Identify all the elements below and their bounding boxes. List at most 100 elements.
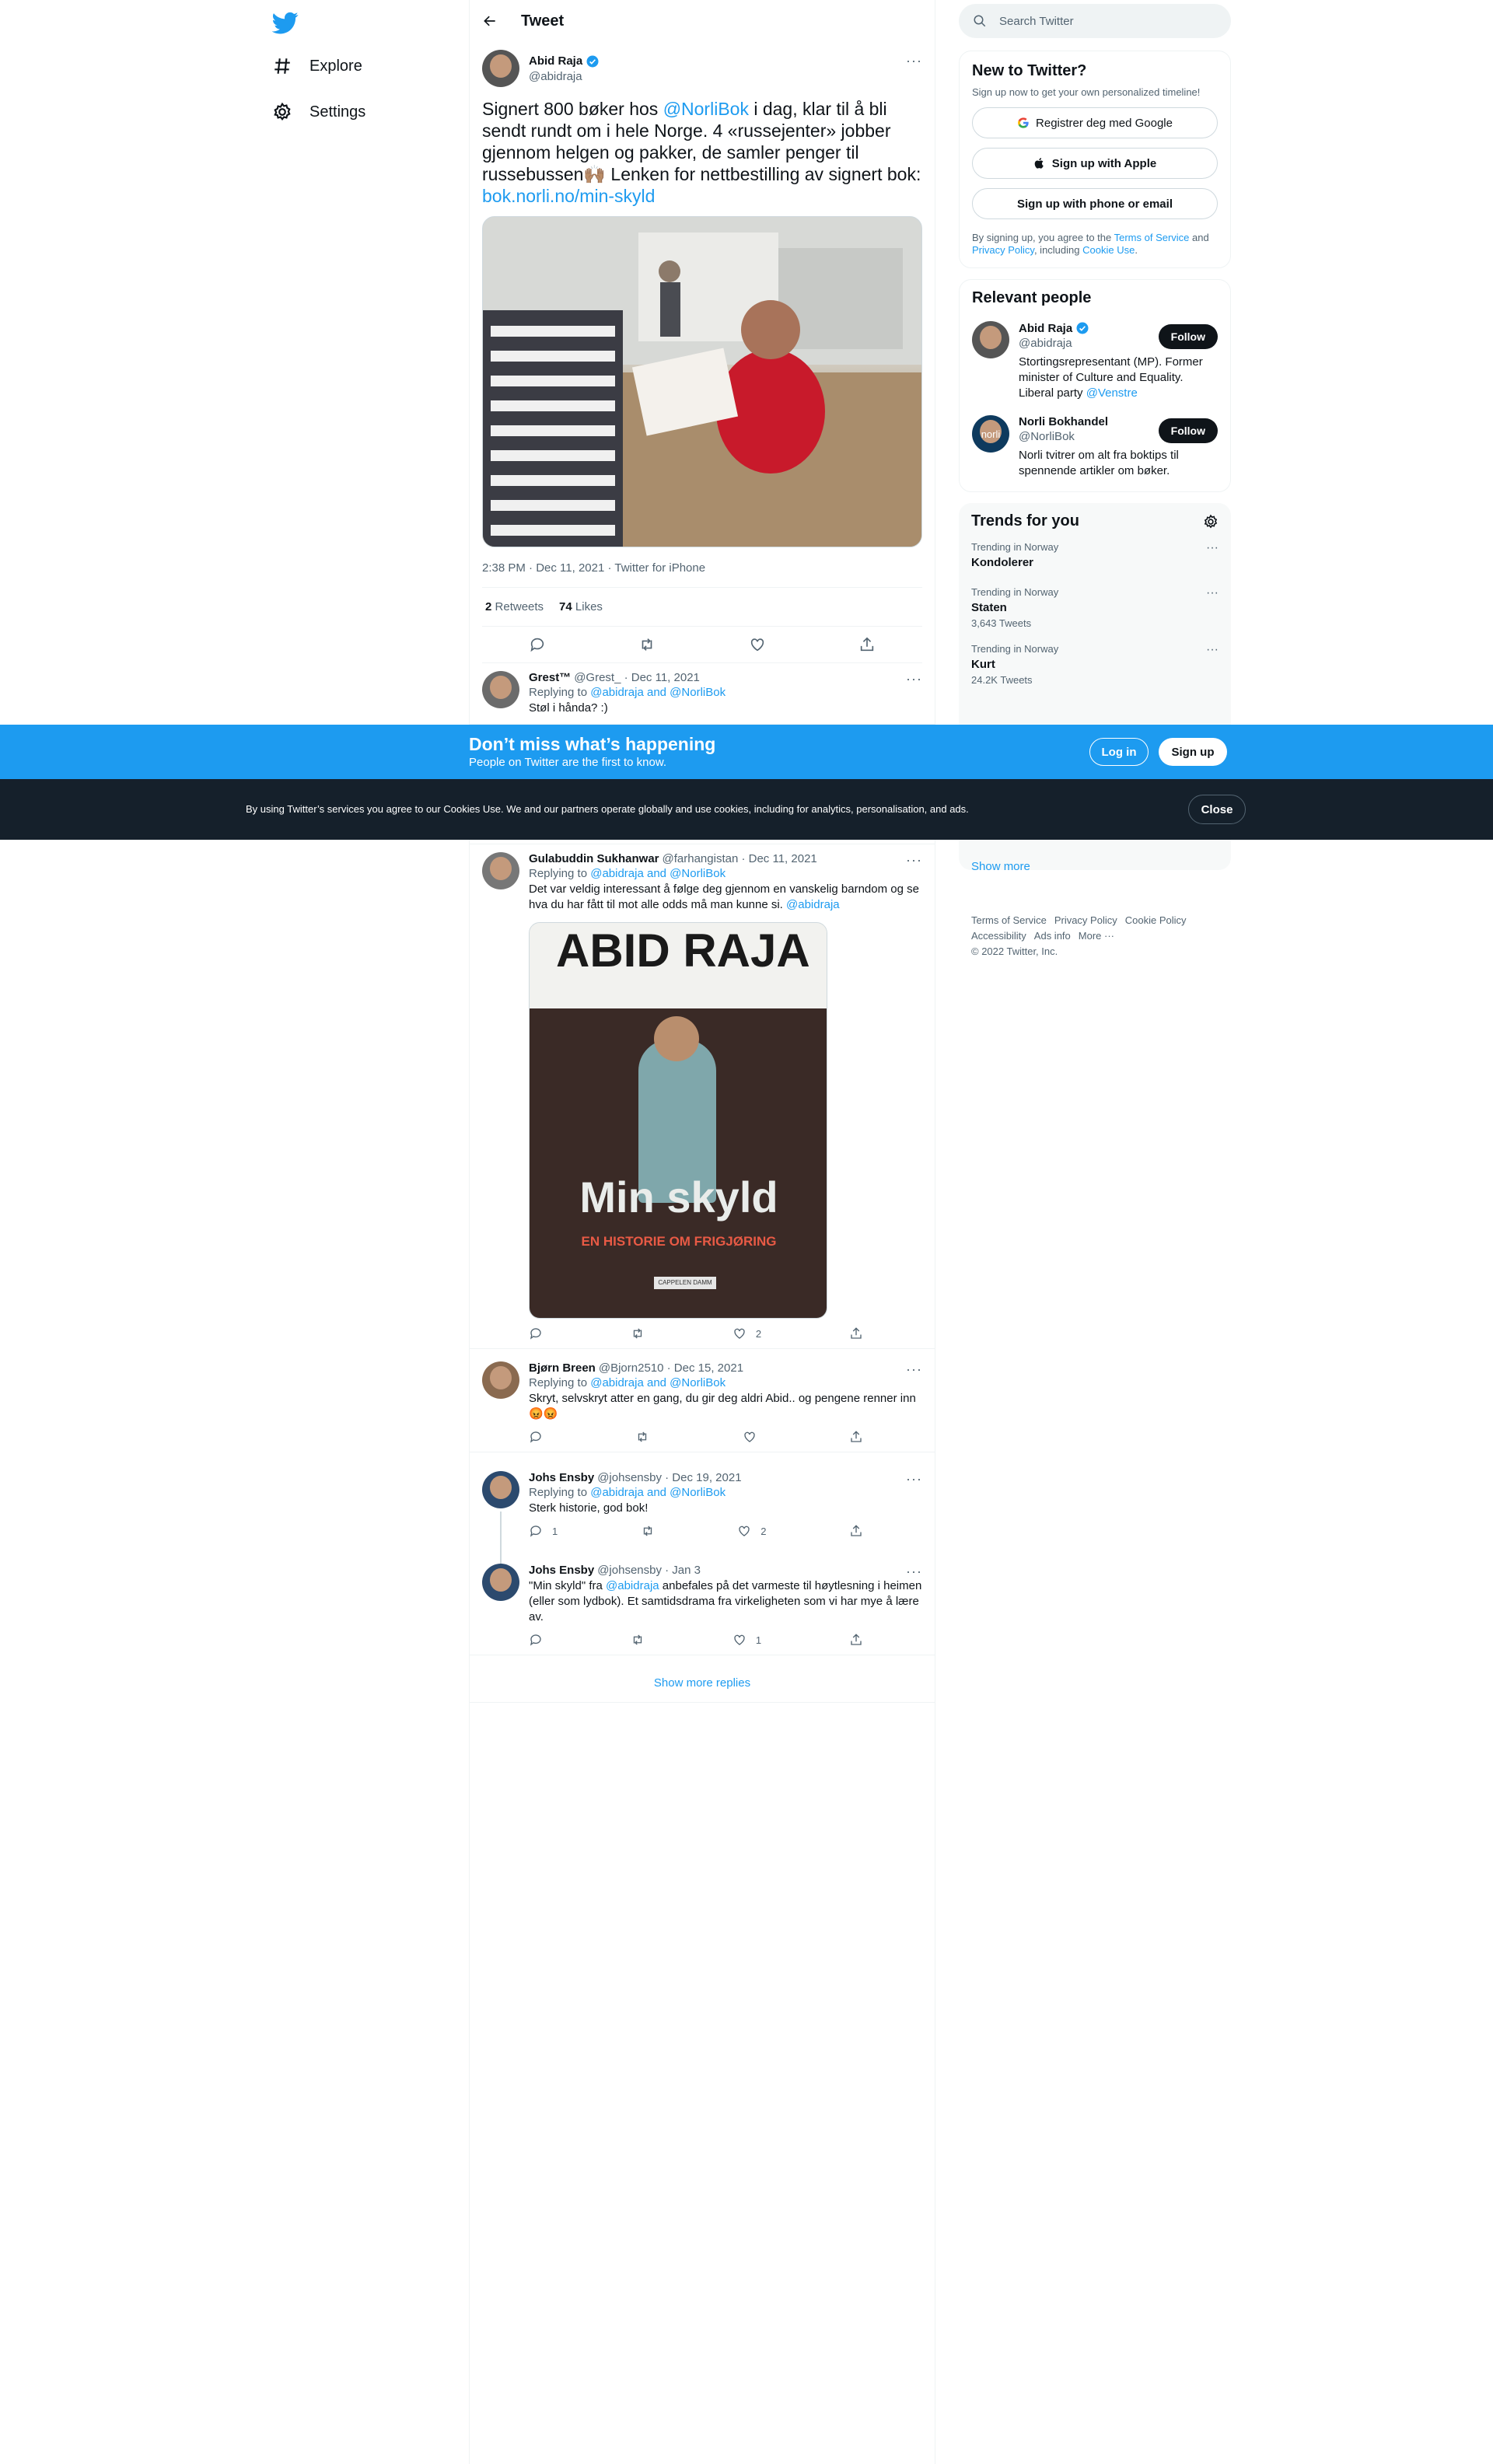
avatar[interactable] — [482, 50, 519, 87]
retweet-icon[interactable] — [638, 636, 656, 653]
footer-link[interactable]: Privacy Policy — [1054, 914, 1117, 926]
mention-link[interactable]: @Venstre — [1086, 386, 1138, 400]
share-button[interactable] — [849, 1326, 863, 1340]
person-name[interactable]: Norli Bokhandel — [1019, 415, 1108, 428]
reply-tweet[interactable]: Gulabuddin Sukhanwar @farhangistan · Dec … — [470, 844, 935, 1349]
retweet-button[interactable] — [641, 1524, 655, 1538]
reply-author-name[interactable]: Bjørn Breen — [529, 1361, 596, 1375]
more-options-icon[interactable]: ··· — [1206, 541, 1219, 555]
footer-link[interactable]: More ··· — [1079, 930, 1114, 942]
reply-handle-date[interactable]: @johsensby · Jan 3 — [597, 1564, 701, 1577]
retweets-stat[interactable]: 2 Retweets — [485, 600, 544, 613]
avatar[interactable] — [482, 1471, 519, 1508]
more-options-icon[interactable]: ··· — [1206, 643, 1219, 657]
signup-button[interactable]: Sign up — [1159, 738, 1227, 766]
avatar[interactable] — [482, 1564, 519, 1601]
author-name[interactable]: Abid Raja — [529, 54, 582, 68]
person-name[interactable]: Abid Raja — [1019, 322, 1072, 335]
reply-button[interactable] — [529, 1633, 543, 1647]
share-icon[interactable] — [858, 636, 876, 653]
reply-handle-date[interactable]: @Grest_ · Dec 11, 2021 — [574, 671, 700, 684]
footer-link[interactable]: Ads info — [1034, 930, 1071, 942]
avatar[interactable] — [482, 852, 519, 889]
url-link[interactable]: bok.norli.no/min-skyld — [482, 186, 655, 206]
terms-link[interactable]: Terms of Service — [1114, 232, 1190, 243]
reply-author-name[interactable]: Johs Ensby — [529, 1564, 594, 1577]
avatar[interactable] — [482, 671, 519, 708]
footer-link[interactable]: Terms of Service — [971, 914, 1047, 926]
more-options-icon[interactable]: ··· — [906, 852, 922, 869]
trend-item[interactable]: Trending in Norway Kondolerer ··· — [971, 541, 1219, 569]
norli-logo[interactable]: norli — [972, 415, 1009, 453]
follow-button[interactable]: Follow — [1158, 324, 1218, 349]
mention-link[interactable]: @abidraja — [606, 1579, 659, 1592]
mention-link[interactable]: @NorliBok — [663, 99, 749, 119]
phone-email-signup-button[interactable]: Sign up with phone or email — [972, 188, 1218, 219]
reply-button[interactable] — [529, 1430, 543, 1444]
footer-link[interactable]: Accessibility — [971, 930, 1026, 942]
person-abid-raja[interactable]: Abid Raja @abidraja Stortingsrepresentan… — [972, 321, 1218, 401]
reply-handle-date[interactable]: @farhangistan · Dec 11, 2021 — [663, 852, 817, 865]
retweet-button[interactable] — [631, 1633, 645, 1647]
avatar[interactable] — [972, 321, 1009, 358]
trend-item[interactable]: Trending in Norway Kurt 24.2K Tweets ··· — [971, 643, 1219, 686]
nav-settings[interactable]: Settings — [272, 102, 365, 122]
like-button[interactable]: 2 — [737, 1524, 766, 1538]
share-button[interactable] — [849, 1430, 863, 1444]
reply-tweet[interactable]: Johs Ensby @johsensby · Dec 19, 2021 Repl… — [470, 1463, 935, 1566]
share-button[interactable] — [849, 1524, 863, 1538]
mention-link[interactable]: @abidraja — [786, 898, 840, 911]
reply-author-name[interactable]: Gulabuddin Sukhanwar — [529, 852, 659, 865]
google-signup-button[interactable]: Registrer deg med Google — [972, 107, 1218, 138]
book-cover-photo[interactable]: ABID RAJA Min skyld EN HISTORIE OM FRIGJ… — [529, 922, 827, 1319]
trend-item[interactable]: Trending in Norway Staten 3,643 Tweets ·… — [971, 586, 1219, 629]
reply-icon[interactable] — [529, 636, 546, 653]
reply-author-name[interactable]: Johs Ensby — [529, 1471, 594, 1484]
replying-to-mentions[interactable]: @abidraja and @NorliBok — [590, 1376, 726, 1389]
tweet-timestamp[interactable]: 2:38 PM · Dec 11, 2021 · Twitter for iPh… — [482, 561, 922, 588]
person-norli-bokhandel[interactable]: norli Norli Bokhandel @NorliBok Norli tv… — [972, 415, 1218, 479]
share-button[interactable] — [849, 1633, 863, 1647]
tweet-photo[interactable] — [482, 216, 922, 547]
retweet-button[interactable] — [635, 1430, 649, 1444]
reply-tweet[interactable]: Bjørn Breen @Bjorn2510 · Dec 15, 2021 Rep… — [470, 1354, 935, 1452]
more-options-icon[interactable]: ··· — [906, 1564, 922, 1580]
reply-tweet[interactable]: Grest™ @Grest_ · Dec 11, 2021 Replying to… — [470, 663, 935, 725]
like-button[interactable]: 2 — [733, 1326, 761, 1340]
show-more-trends[interactable]: Show more — [971, 860, 1030, 873]
cookie-close-button[interactable]: Close — [1188, 795, 1246, 824]
reply-tweet[interactable]: Johs Ensby @johsensby · Jan 3 "Min skyld"… — [470, 1556, 935, 1655]
more-options-icon[interactable]: ··· — [906, 1471, 922, 1487]
gear-icon[interactable] — [1203, 514, 1219, 529]
avatar[interactable] — [482, 1361, 519, 1399]
more-options-icon[interactable]: ··· — [906, 1361, 922, 1378]
like-button[interactable]: 1 — [733, 1633, 761, 1647]
apple-signup-button[interactable]: Sign up with Apple — [972, 148, 1218, 179]
privacy-link[interactable]: Privacy Policy — [972, 244, 1034, 256]
more-options-icon[interactable]: ··· — [906, 53, 922, 69]
reply-handle-date[interactable]: @johsensby · Dec 19, 2021 — [597, 1471, 741, 1484]
more-options-icon[interactable]: ··· — [906, 671, 922, 687]
replying-to-mentions[interactable]: @abidraja and @NorliBok — [590, 686, 726, 699]
login-button[interactable]: Log in — [1089, 738, 1149, 766]
nav-explore[interactable]: Explore — [272, 56, 362, 76]
replying-to-mentions[interactable]: @abidraja and @NorliBok — [590, 867, 726, 880]
replying-to-mentions[interactable]: @abidraja and @NorliBok — [590, 1486, 726, 1499]
reply-button[interactable] — [529, 1326, 543, 1340]
show-more-replies[interactable]: Show more replies — [470, 1664, 935, 1703]
reply-handle-date[interactable]: @Bjorn2510 · Dec 15, 2021 — [599, 1361, 743, 1375]
reply-button[interactable]: 1 — [529, 1524, 558, 1538]
likes-stat[interactable]: 74 Likes — [559, 600, 603, 613]
like-button[interactable] — [743, 1430, 757, 1444]
like-icon[interactable] — [749, 636, 766, 653]
follow-button[interactable]: Follow — [1158, 418, 1218, 443]
reply-author-name[interactable]: Grest™ — [529, 671, 571, 684]
search-input[interactable]: Search Twitter — [959, 4, 1231, 38]
footer-link[interactable]: Cookie Policy — [1125, 914, 1187, 926]
retweet-button[interactable] — [631, 1326, 645, 1340]
twitter-logo-icon[interactable] — [272, 9, 299, 36]
back-arrow-icon[interactable] — [482, 13, 498, 29]
more-options-icon[interactable]: ··· — [1206, 586, 1219, 600]
cookie-link[interactable]: Cookie Use — [1082, 244, 1135, 256]
author-handle[interactable]: @abidraja — [529, 70, 600, 83]
